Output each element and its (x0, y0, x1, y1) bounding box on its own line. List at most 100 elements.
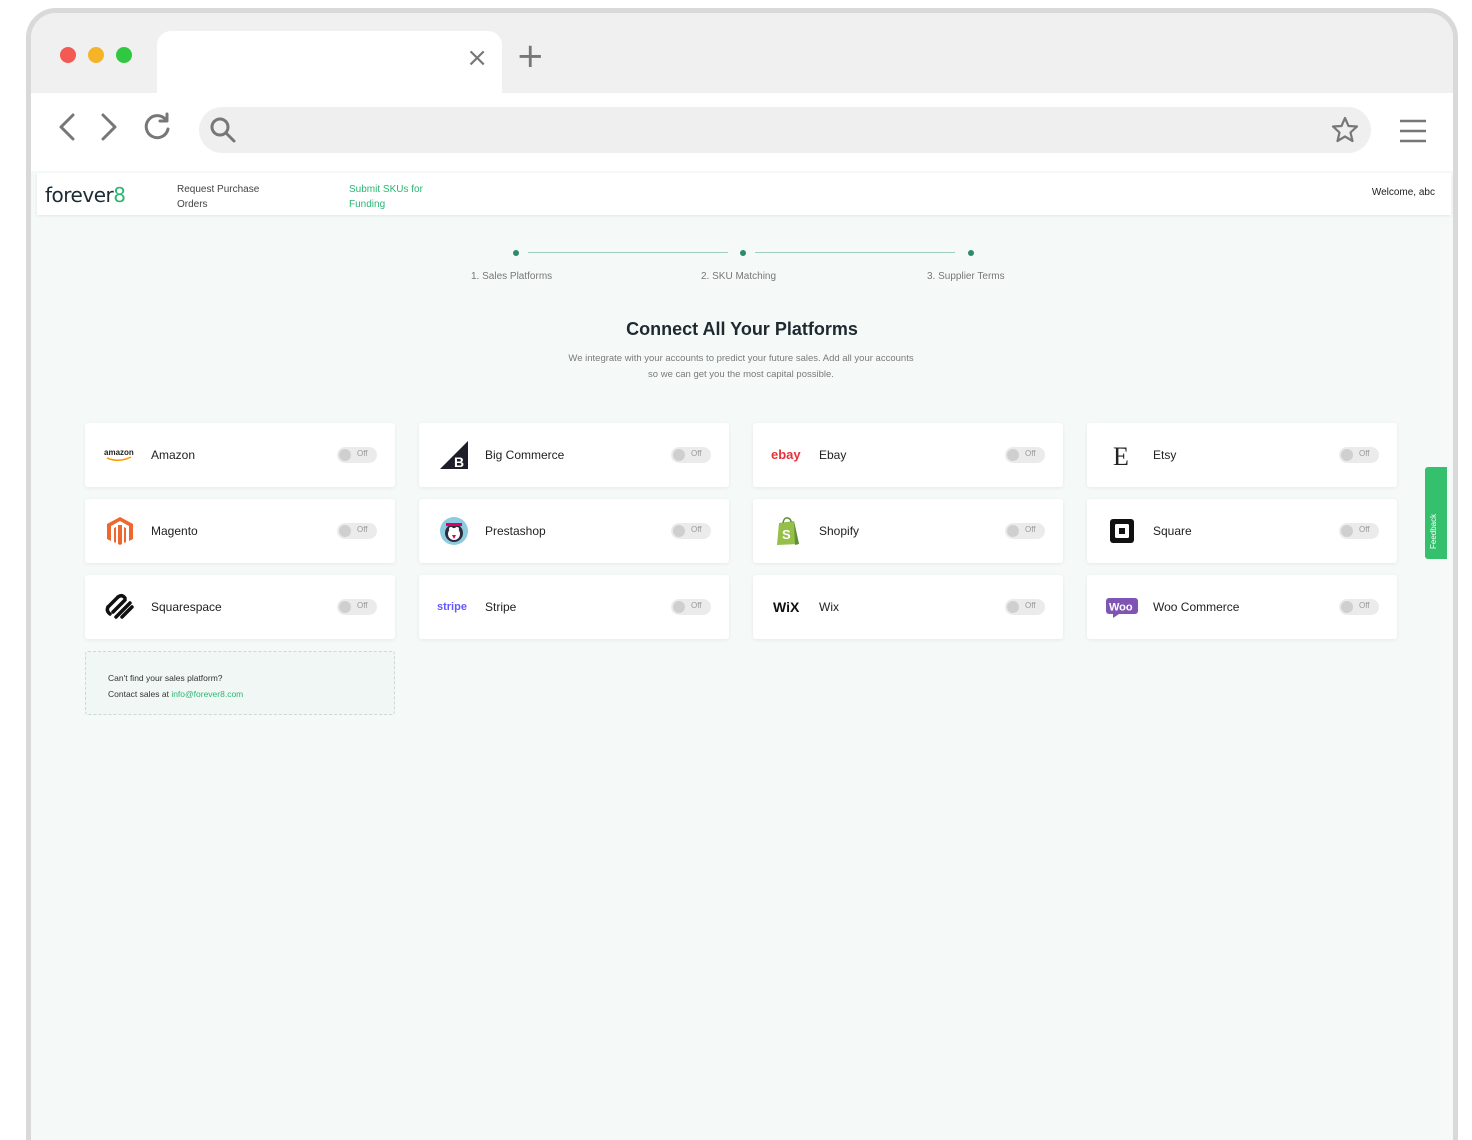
search-icon (210, 117, 236, 143)
platform-card-prestashop[interactable]: Prestashop Off (419, 499, 729, 563)
step-label-supplier-terms: 3. Supplier Terms (927, 271, 1005, 282)
nav-link-line: Funding (349, 199, 386, 210)
toggle-knob (1341, 525, 1353, 537)
platform-name: Big Commerce (485, 448, 565, 462)
platform-card-stripe[interactable]: stripe Stripe Off (419, 575, 729, 639)
platform-card-woo-commerce[interactable]: Woo Woo Commerce Off (1087, 575, 1397, 639)
svg-text:B: B (454, 454, 464, 470)
connect-toggle[interactable]: Off (1339, 599, 1379, 615)
svg-text:amazon: amazon (104, 448, 134, 457)
connect-toggle[interactable]: Off (671, 447, 711, 463)
welcome-user-menu[interactable]: Welcome, abc (1372, 187, 1435, 198)
menu-icon[interactable] (1399, 117, 1427, 145)
page-subtitle: We integrate with your accounts to predi… (531, 351, 951, 383)
step-dot-1 (513, 250, 519, 256)
toggle-knob (1007, 601, 1019, 613)
connect-toggle[interactable]: Off (671, 599, 711, 615)
platform-name: Magento (151, 524, 198, 538)
step-connector (755, 252, 955, 253)
logo-accent: 8 (113, 183, 126, 207)
toggle-label: Off (357, 601, 368, 610)
minimize-window-button[interactable] (88, 47, 104, 63)
connect-toggle[interactable]: Off (1005, 599, 1045, 615)
toggle-knob (339, 449, 351, 461)
toggle-knob (339, 601, 351, 613)
platform-name: Woo Commerce (1153, 600, 1240, 614)
toggle-label: Off (357, 449, 368, 458)
platform-name: Prestashop (485, 524, 546, 538)
ebay-logo-icon: ebay (771, 439, 805, 471)
connect-toggle[interactable]: Off (1005, 523, 1045, 539)
connect-toggle[interactable]: Off (671, 523, 711, 539)
platform-card-shopify[interactable]: S Shopify Off (753, 499, 1063, 563)
platform-card-ebay[interactable]: ebay Ebay Off (753, 423, 1063, 487)
close-window-button[interactable] (60, 47, 76, 63)
toggle-label: Off (691, 601, 702, 610)
forever8-logo[interactable]: forever8 (45, 183, 126, 207)
svg-text:ebay: ebay (771, 447, 801, 462)
subtitle-line: We integrate with your accounts to predi… (568, 353, 914, 364)
help-contact-line: Contact sales at info@forever8.com (108, 686, 394, 702)
platform-card-square[interactable]: Square Off (1087, 499, 1397, 563)
platform-card-amazon[interactable]: amazon Amazon Off (85, 423, 395, 487)
browser-tab[interactable]: × (157, 31, 502, 93)
maximize-window-button[interactable] (116, 47, 132, 63)
missing-platform-notice: Can't find your sales platform? Contact … (85, 651, 395, 715)
step-label-sku-matching: 2. SKU Matching (701, 271, 777, 282)
toggle-label: Off (1359, 601, 1370, 610)
page-viewport: forever8 Request Purchase Orders Submit … (31, 171, 1453, 1140)
toggle-knob (1341, 601, 1353, 613)
feedback-label: Feedback (1429, 513, 1438, 549)
squarespace-logo-icon (103, 591, 137, 623)
tab-close-icon[interactable]: × (466, 45, 488, 71)
etsy-logo-icon: E (1105, 439, 1139, 471)
connect-toggle[interactable]: Off (1005, 447, 1045, 463)
platform-card-big-commerce[interactable]: B Big Commerce Off (419, 423, 729, 487)
nav-link-line: Request Purchase (177, 184, 260, 195)
connect-toggle[interactable]: Off (1339, 447, 1379, 463)
platform-card-magento[interactable]: Magento Off (85, 499, 395, 563)
platform-name: Squarespace (151, 600, 222, 614)
toggle-knob (673, 601, 685, 613)
nav-submit-skus-for-funding[interactable]: Submit SKUs for Funding (349, 182, 449, 212)
connect-toggle[interactable]: Off (337, 447, 377, 463)
toggle-label: Off (1359, 449, 1370, 458)
prestashop-logo-icon (437, 515, 471, 547)
forward-icon[interactable] (93, 109, 125, 145)
platform-card-wix[interactable]: WiX Wix Off (753, 575, 1063, 639)
step-dot-2 (740, 250, 746, 256)
platform-name: Amazon (151, 448, 196, 462)
wix-logo-icon: WiX (771, 591, 805, 623)
svg-text:S: S (782, 527, 791, 542)
toggle-knob (673, 525, 685, 537)
step-label-sales-platforms: 1. Sales Platforms (471, 271, 553, 282)
toggle-knob (1341, 449, 1353, 461)
nav-link-line: Submit SKUs for (349, 184, 423, 195)
step-dot-3 (968, 250, 974, 256)
app-navbar: forever8 Request Purchase Orders Submit … (37, 173, 1451, 215)
nav-link-line: Orders (177, 199, 208, 210)
platform-card-squarespace[interactable]: Squarespace Off (85, 575, 395, 639)
bigcommerce-logo-icon: B (437, 439, 471, 471)
platform-name: Ebay (819, 448, 847, 462)
browser-window: × + forever8 Request Purchase Orders Sub… (26, 8, 1458, 1140)
magento-logo-icon (103, 515, 137, 547)
reload-icon[interactable] (141, 109, 173, 145)
new-tab-icon[interactable]: + (516, 39, 545, 73)
help-text: Can't find your sales platform? (108, 673, 223, 683)
svg-text:stripe: stripe (437, 601, 467, 613)
platform-card-etsy[interactable]: E Etsy Off (1087, 423, 1397, 487)
feedback-tab[interactable]: Feedback (1425, 467, 1447, 559)
connect-toggle[interactable]: Off (337, 599, 377, 615)
connect-toggle[interactable]: Off (1339, 523, 1379, 539)
star-icon[interactable] (1331, 116, 1359, 144)
toggle-knob (339, 525, 351, 537)
svg-text:WiX: WiX (773, 599, 800, 615)
nav-request-purchase-orders[interactable]: Request Purchase Orders (177, 182, 277, 212)
connect-toggle[interactable]: Off (337, 523, 377, 539)
address-bar[interactable] (199, 107, 1371, 153)
page-title: Connect All Your Platforms (626, 319, 858, 339)
back-icon[interactable] (53, 109, 85, 145)
logo-text: forever (45, 183, 114, 207)
sales-email-link[interactable]: info@forever8.com (171, 689, 243, 699)
